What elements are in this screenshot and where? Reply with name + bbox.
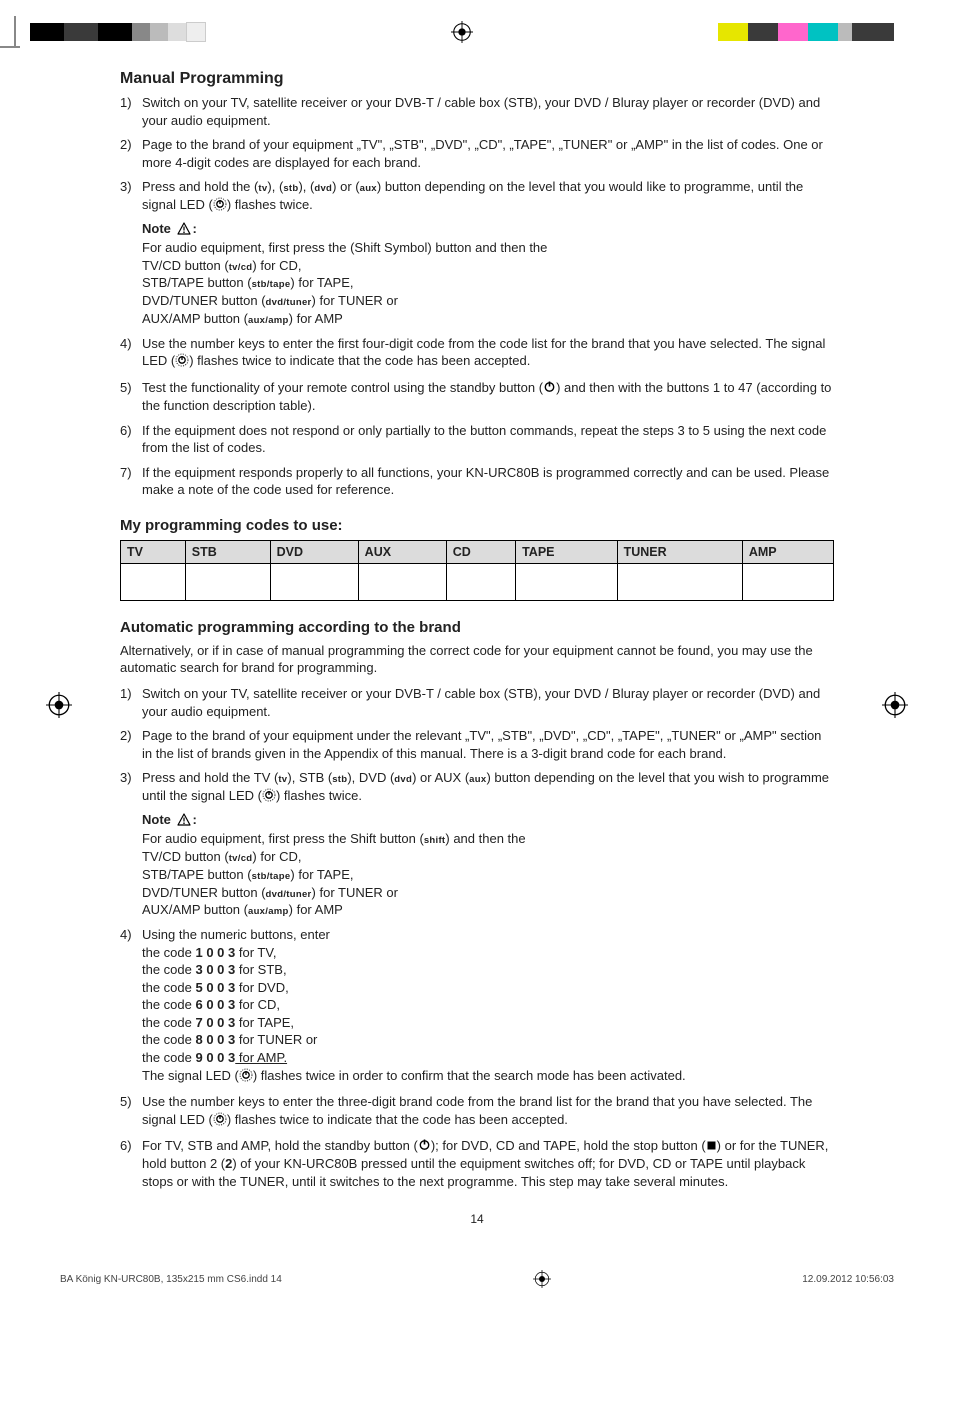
step-number: 4) bbox=[120, 335, 142, 372]
code-line: the code 5 0 0 3 for DVD, bbox=[142, 979, 834, 997]
step-text: Test the functionality of your remote co… bbox=[142, 379, 834, 415]
step-text: Page to the brand of your equipment unde… bbox=[142, 727, 834, 762]
standby-icon bbox=[543, 380, 556, 397]
table-cell bbox=[270, 563, 358, 600]
led-ring-icon bbox=[262, 788, 276, 807]
step-text: If the equipment responds properly to al… bbox=[142, 464, 834, 499]
table-header: STB bbox=[185, 540, 270, 563]
note-line: STB/TAPE button (stb/tape) for TAPE, bbox=[142, 866, 834, 884]
step-text: Press and hold the TV (tv), STB (stb), D… bbox=[142, 769, 834, 919]
note-line: DVD/TUNER button (dvd/tuner) for TUNER o… bbox=[142, 884, 834, 902]
step-text: Press and hold the (tv), (stb), (dvd) or… bbox=[142, 178, 834, 328]
table-cell bbox=[617, 563, 742, 600]
aux-button-label: aux bbox=[360, 183, 377, 194]
code-line: the code 3 0 0 3 for STB, bbox=[142, 961, 834, 979]
note-label: Note bbox=[142, 812, 175, 827]
table-cell bbox=[742, 563, 833, 600]
step-number: 6) bbox=[120, 422, 142, 457]
table-header: DVD bbox=[270, 540, 358, 563]
codes-table: TV STB DVD AUX CD TAPE TUNER AMP bbox=[120, 540, 834, 601]
code-line: the code 8 0 0 3 for TUNER or bbox=[142, 1031, 834, 1049]
step-number: 1) bbox=[120, 685, 142, 720]
note-line: TV/CD button (tv/cd) for CD, bbox=[142, 848, 834, 866]
table-header: CD bbox=[446, 540, 515, 563]
step-text: Use the number keys to enter the three-d… bbox=[142, 1093, 834, 1130]
section-manual-programming-title: Manual Programming bbox=[120, 70, 834, 88]
table-cell bbox=[358, 563, 446, 600]
step-number: 3) bbox=[120, 769, 142, 919]
footer-timestamp: 12.09.2012 10:56:03 bbox=[802, 1274, 894, 1285]
led-ring-icon bbox=[213, 1112, 227, 1131]
note-line: AUX/AMP button (aux/amp) for AMP bbox=[142, 901, 834, 919]
step-text: Using the numeric buttons, enter the cod… bbox=[142, 926, 834, 1086]
stb-button-label: stb bbox=[283, 183, 298, 194]
table-header: AUX bbox=[358, 540, 446, 563]
registration-mark-icon bbox=[46, 692, 72, 718]
auto-programming-title: Automatic programming according to the b… bbox=[120, 619, 834, 636]
manual-steps-list: 1)Switch on your TV, satellite receiver … bbox=[120, 94, 834, 499]
step-number: 2) bbox=[120, 727, 142, 762]
table-cell bbox=[516, 563, 617, 600]
warning-icon bbox=[177, 813, 191, 831]
table-header: TAPE bbox=[516, 540, 617, 563]
step-text: Switch on your TV, satellite receiver or… bbox=[142, 94, 834, 129]
auto-steps-list: 1)Switch on your TV, satellite receiver … bbox=[120, 685, 834, 1190]
code-line: the code 1 0 0 3 for TV, bbox=[142, 944, 834, 962]
table-cell bbox=[121, 563, 186, 600]
note-line: For audio equipment, first press the Shi… bbox=[142, 830, 834, 848]
led-ring-icon bbox=[213, 197, 227, 216]
stop-icon bbox=[706, 1139, 717, 1155]
step-text: For TV, STB and AMP, hold the standby bu… bbox=[142, 1137, 834, 1190]
table-header: AMP bbox=[742, 540, 833, 563]
note-line: TV/CD button (tv/cd) for CD, bbox=[142, 257, 834, 275]
registration-mark-icon bbox=[451, 21, 473, 43]
step-number: 5) bbox=[120, 1093, 142, 1130]
footer-filename: BA König KN-URC80B, 135x215 mm CS6.indd … bbox=[60, 1274, 282, 1285]
step-number: 3) bbox=[120, 178, 142, 328]
step-number: 1) bbox=[120, 94, 142, 129]
page-number: 14 bbox=[120, 1212, 834, 1226]
step-text: Page to the brand of your equipment „TV"… bbox=[142, 136, 834, 171]
dvd-button-label: dvd bbox=[314, 183, 332, 194]
print-footer: BA König KN-URC80B, 135x215 mm CS6.indd … bbox=[0, 1256, 954, 1308]
step-text: Switch on your TV, satellite receiver or… bbox=[142, 685, 834, 720]
note-line: For audio equipment, first press the (Sh… bbox=[142, 239, 834, 257]
step-number: 7) bbox=[120, 464, 142, 499]
step-number: 4) bbox=[120, 926, 142, 1086]
step-text: Use the number keys to enter the first f… bbox=[142, 335, 834, 372]
table-cell bbox=[446, 563, 515, 600]
code-line: the code 6 0 0 3 for CD, bbox=[142, 996, 834, 1014]
table-cell bbox=[185, 563, 270, 600]
registration-mark-icon bbox=[533, 1270, 551, 1288]
code-line: The signal LED () flashes twice in order… bbox=[142, 1067, 834, 1087]
step-text: If the equipment does not respond or onl… bbox=[142, 422, 834, 457]
note-line: AUX/AMP button (aux/amp) for AMP bbox=[142, 310, 834, 328]
auto-intro-paragraph: Alternatively, or if in case of manual p… bbox=[120, 642, 834, 677]
led-ring-icon bbox=[239, 1068, 253, 1087]
code-line: the code 9 0 0 3 for AMP. bbox=[142, 1049, 834, 1067]
standby-icon bbox=[418, 1138, 431, 1155]
registration-mark-icon bbox=[882, 692, 908, 718]
table-header: TUNER bbox=[617, 540, 742, 563]
printer-color-bar bbox=[0, 0, 954, 52]
note-line: DVD/TUNER button (dvd/tuner) for TUNER o… bbox=[142, 292, 834, 310]
warning-icon bbox=[177, 222, 191, 240]
step-number: 6) bbox=[120, 1137, 142, 1190]
code-line: the code 7 0 0 3 for TAPE, bbox=[142, 1014, 834, 1032]
table-header: TV bbox=[121, 540, 186, 563]
step-number: 5) bbox=[120, 379, 142, 415]
led-ring-icon bbox=[175, 353, 189, 372]
note-line: STB/TAPE button (stb/tape) for TAPE, bbox=[142, 274, 834, 292]
step-number: 2) bbox=[120, 136, 142, 171]
my-codes-title: My programming codes to use: bbox=[120, 517, 834, 534]
note-label: Note bbox=[142, 221, 175, 236]
